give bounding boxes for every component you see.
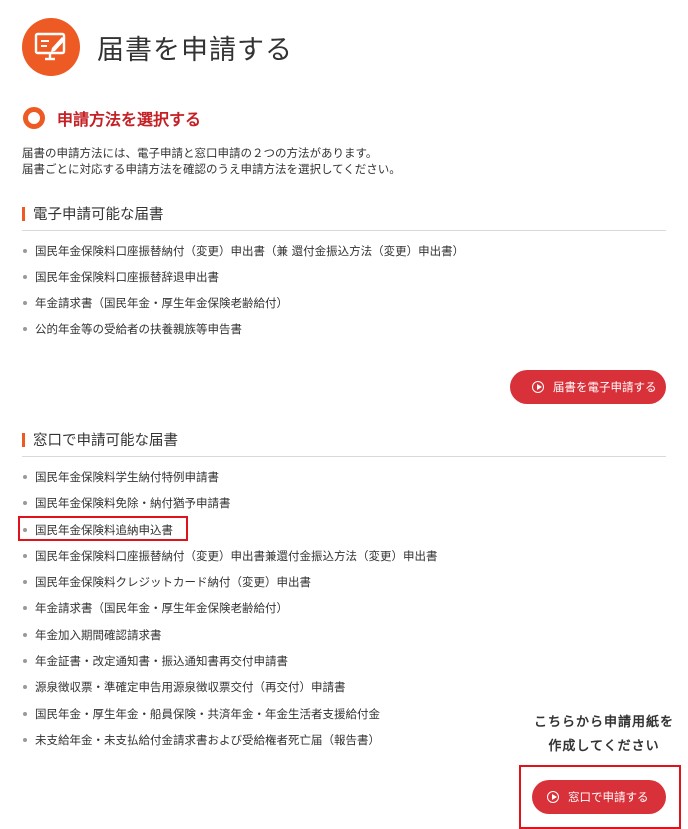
page-title: 届書を申請する bbox=[97, 34, 293, 66]
list-item: 国民年金・厚生年金・船員保険・共済年金・年金生活者支援給付金 bbox=[22, 706, 438, 732]
counter-apply-label: 窓口で申請する bbox=[568, 790, 649, 804]
annotation-line-1: こちらから申請用紙を bbox=[533, 715, 674, 730]
electronic-list: 国民年金保険料口座振替納付（変更）申出書（兼 還付金振込方法（変更）申出書） 国… bbox=[22, 243, 464, 347]
intro-line-2: 届書ごとに対応する申請方法を確認のうえ申請方法を選択してください。 bbox=[22, 162, 401, 176]
list-item: 公的年金等の受給者の扶養親族等申告書 bbox=[22, 321, 464, 347]
ring-icon bbox=[23, 107, 45, 129]
heading-bar-icon bbox=[22, 206, 25, 221]
section-title: 申請方法を選択する bbox=[57, 110, 202, 129]
electronic-heading: 電子申請可能な届書 bbox=[22, 203, 666, 231]
list-item: 年金請求書（国民年金・厚生年金保険老齢給付） bbox=[22, 295, 464, 321]
monitor-pen-icon bbox=[22, 18, 80, 76]
counter-heading: 窓口で申請可能な届書 bbox=[22, 429, 666, 457]
list-item: 国民年金保険料学生納付特例申請書 bbox=[22, 469, 438, 495]
play-circle-icon bbox=[532, 381, 544, 393]
highlight-box bbox=[18, 516, 188, 541]
electronic-apply-label: 届書を電子申請する bbox=[553, 380, 657, 394]
annotation-line-2: 作成してください bbox=[548, 739, 660, 754]
list-item: 年金証書・改定通知書・振込通知書再交付申請書 bbox=[22, 653, 438, 679]
annotation-note: こちらから申請用紙を 作成してください bbox=[520, 711, 688, 759]
list-item: 年金加入期間確認請求書 bbox=[22, 627, 438, 653]
list-item: 国民年金保険料口座振替納付（変更）申出書（兼 還付金振込方法（変更）申出書） bbox=[22, 243, 464, 269]
heading-bar-icon bbox=[22, 432, 25, 447]
counter-title: 窓口で申請可能な届書 bbox=[33, 433, 178, 449]
list-item: 国民年金保険料クレジットカード納付（変更）申出書 bbox=[22, 574, 438, 600]
electronic-title: 電子申請可能な届書 bbox=[33, 207, 164, 223]
list-item: 国民年金保険料口座振替辞退申出書 bbox=[22, 269, 464, 295]
intro-text: 届書の申請方法には、電子申請と窓口申請の２つの方法があります。 届書ごとに対応す… bbox=[22, 145, 401, 177]
list-item: 年金請求書（国民年金・厚生年金保険老齢給付） bbox=[22, 600, 438, 626]
counter-apply-button[interactable]: 窓口で申請する bbox=[532, 780, 666, 814]
intro-line-1: 届書の申請方法には、電子申請と窓口申請の２つの方法があります。 bbox=[22, 146, 378, 160]
electronic-apply-button[interactable]: 届書を電子申請する bbox=[510, 370, 666, 404]
list-item: 未支給年金・未支払給付金請求書および受給権者死亡届（報告書） bbox=[22, 732, 438, 758]
play-circle-icon bbox=[547, 791, 559, 803]
list-item: 源泉徴収票・準確定申告用源泉徴収票交付（再交付）申請書 bbox=[22, 679, 438, 705]
list-item: 国民年金保険料口座振替納付（変更）申出書兼還付金振込方法（変更）申出書 bbox=[22, 548, 438, 574]
section-heading: 申請方法を選択する bbox=[23, 106, 201, 130]
counter-list: 国民年金保険料学生納付特例申請書 国民年金保険料免除・納付猶予申請書 国民年金保… bbox=[22, 469, 438, 758]
page-header: 届書を申請する bbox=[22, 18, 293, 76]
